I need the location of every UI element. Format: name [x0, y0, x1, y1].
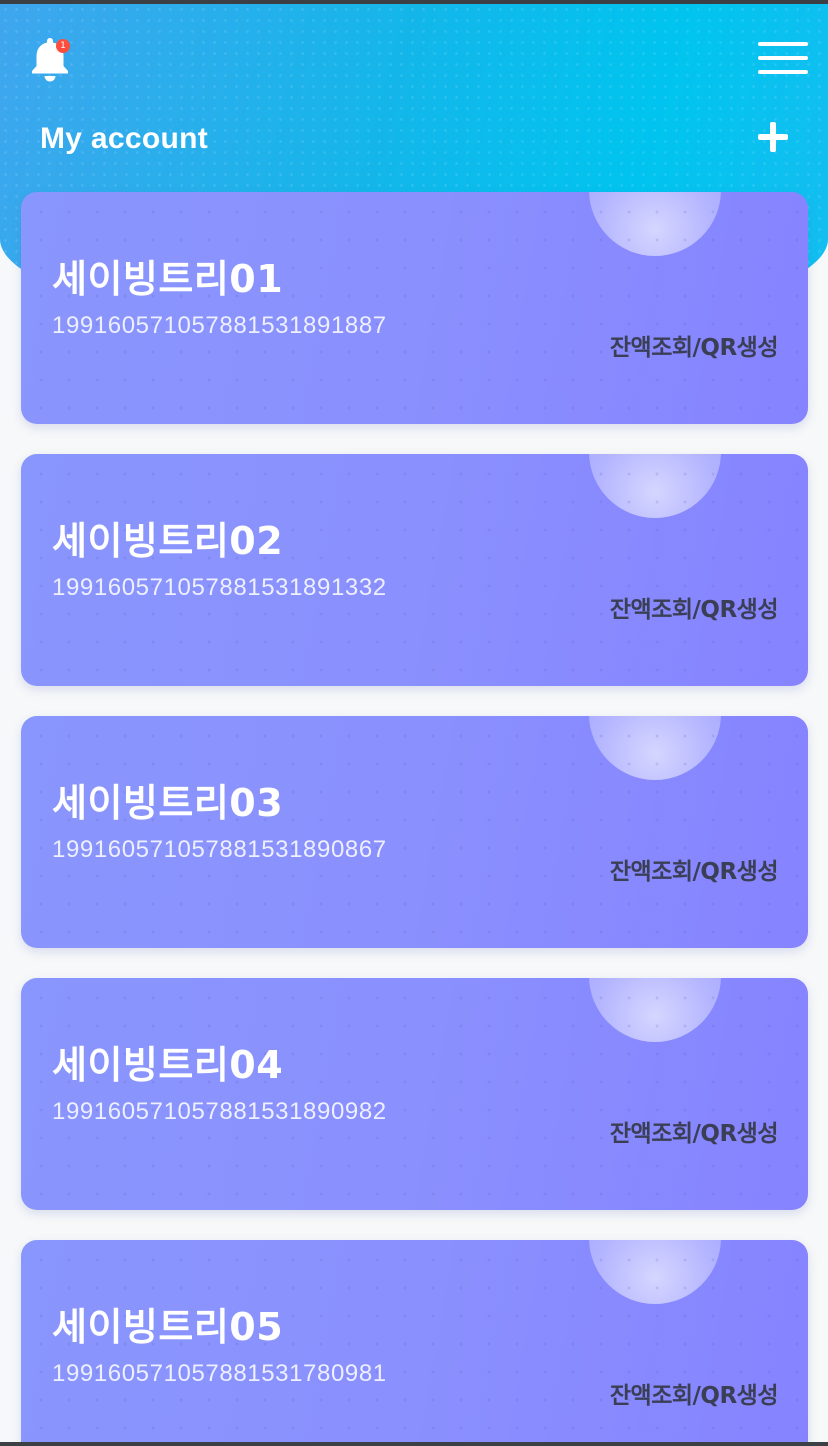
- balance-qr-button[interactable]: 잔액조회/QR생성: [610, 1376, 779, 1410]
- balance-qr-button[interactable]: 잔액조회/QR생성: [610, 1114, 779, 1148]
- decorative-circle: [589, 716, 721, 780]
- account-number: 199160571057881531891887: [52, 312, 387, 339]
- account-card[interactable]: 세이빙트리05 199160571057881531780981 잔액조회/QR…: [21, 1240, 808, 1442]
- page-title: My account: [40, 122, 209, 155]
- app-screen: 1 My account 세이빙트리01 1991605710578815318…: [0, 0, 828, 1446]
- account-number: 199160571057881531890867: [52, 836, 387, 863]
- account-name: 세이빙트리03: [52, 781, 284, 825]
- hamburger-menu-icon[interactable]: [758, 40, 810, 78]
- decorative-circle: [589, 1240, 721, 1304]
- decorative-circle: [589, 192, 721, 256]
- account-card[interactable]: 세이빙트리04 199160571057881531890982 잔액조회/QR…: [21, 978, 808, 1210]
- account-name: 세이빙트리02: [52, 519, 284, 563]
- menu-line: [758, 42, 808, 46]
- decorative-circle: [589, 454, 721, 518]
- balance-qr-button[interactable]: 잔액조회/QR생성: [610, 852, 779, 886]
- account-number: 199160571057881531891332: [52, 574, 387, 601]
- add-account-button[interactable]: [758, 122, 788, 152]
- account-number: 199160571057881531780981: [52, 1360, 387, 1387]
- account-name: 세이빙트리04: [52, 1043, 284, 1087]
- menu-line: [758, 70, 808, 74]
- account-card[interactable]: 세이빙트리03 199160571057881531890867 잔액조회/QR…: [21, 716, 808, 948]
- balance-qr-button[interactable]: 잔액조회/QR생성: [610, 590, 779, 624]
- account-card[interactable]: 세이빙트리01 199160571057881531891887 잔액조회/QR…: [21, 192, 808, 424]
- account-card[interactable]: 세이빙트리02 199160571057881531891332 잔액조회/QR…: [21, 454, 808, 686]
- balance-qr-button[interactable]: 잔액조회/QR생성: [610, 328, 779, 362]
- menu-line: [758, 56, 808, 60]
- notification-badge: 1: [56, 39, 70, 53]
- account-name: 세이빙트리05: [52, 1305, 284, 1349]
- account-name: 세이빙트리01: [52, 257, 284, 301]
- decorative-circle: [589, 978, 721, 1042]
- account-number: 199160571057881531890982: [52, 1098, 387, 1125]
